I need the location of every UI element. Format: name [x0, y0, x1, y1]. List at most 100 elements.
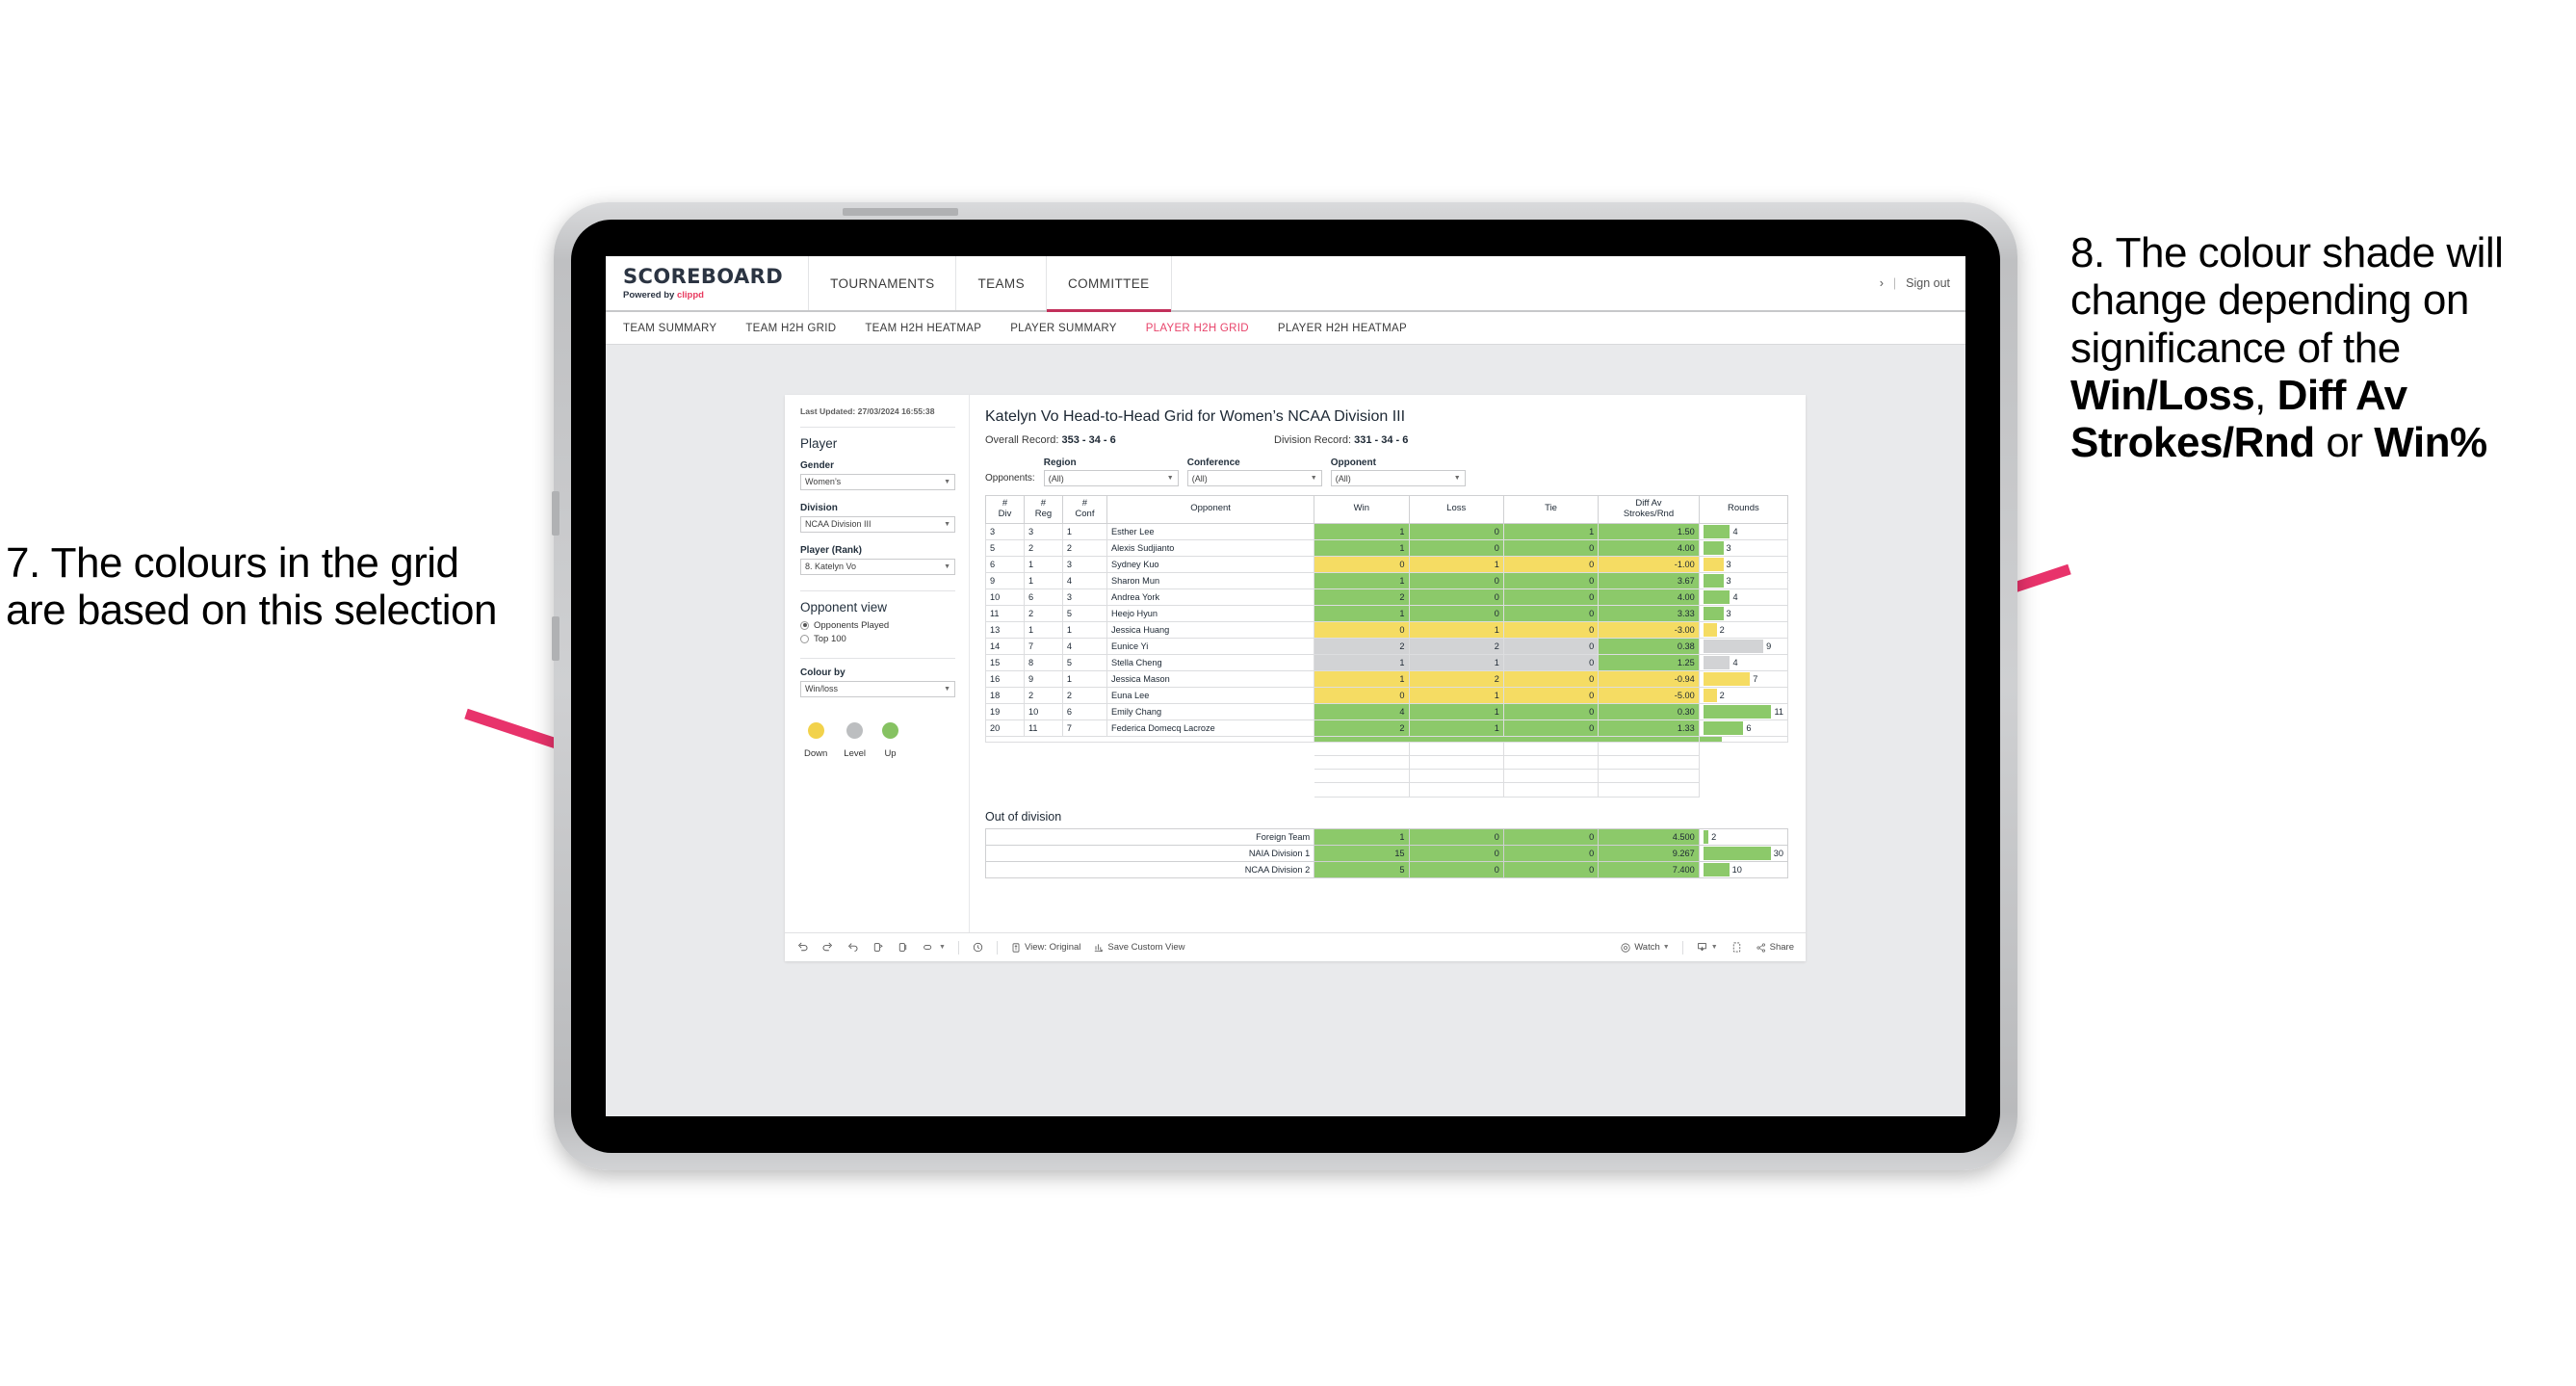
column-header-rounds[interactable]: Rounds — [1698, 495, 1789, 524]
cell-loss: 1 — [1408, 719, 1504, 737]
legend-item-up: Up — [882, 721, 899, 759]
cell-ood-name: NCAA Division 2 — [984, 860, 1315, 878]
column-header-win[interactable]: Win — [1314, 495, 1410, 524]
table-row[interactable]: 10 6 3 Andrea York 2 0 0 4.00 4 — [985, 588, 1789, 606]
view-original-button[interactable]: View: Original — [1010, 942, 1080, 954]
brand-title: SCOREBOARD — [623, 264, 784, 288]
table-row[interactable]: 16 9 1 Jessica Mason 1 2 0 -0.94 7 — [985, 669, 1789, 688]
table-row[interactable]: 9 1 4 Sharon Mun 1 0 0 3.67 3 — [985, 571, 1789, 589]
callout-7-text: 7. The colours in the grid are based on … — [6, 539, 497, 635]
filter-colour-by-select[interactable]: Win/loss ▼ — [800, 680, 955, 697]
table-row-empty — [984, 769, 1789, 784]
nav-item-committee[interactable]: COMMITTEE — [1046, 256, 1172, 312]
cell-reg: 6 — [1023, 588, 1063, 606]
cell-diff: 0.30 — [1598, 702, 1700, 720]
cell-loss: 1 — [1408, 686, 1504, 704]
cell-ood-loss: 0 — [1408, 844, 1504, 862]
revert-icon[interactable] — [846, 941, 859, 954]
share-button[interactable]: Share — [1756, 942, 1794, 954]
filter-conference-select[interactable]: (All) ▼ — [1186, 470, 1322, 486]
radio-unselected-icon — [800, 634, 809, 643]
column-header-div[interactable]: # Div — [985, 495, 1025, 524]
tab-team-h2h-grid[interactable]: TEAM H2H GRID — [745, 323, 836, 334]
cell-reg: 10 — [1023, 702, 1063, 720]
cell-opponent: Heejo Hyun — [1106, 604, 1315, 622]
table-row[interactable]: 15 8 5 Stella Cheng 1 1 0 1.25 4 — [985, 653, 1789, 671]
fullscreen-icon[interactable] — [1730, 941, 1743, 954]
sidebar-divider-3 — [800, 657, 955, 659]
column-header-conf[interactable]: # Conf — [1061, 495, 1108, 524]
column-header-tie[interactable]: Tie — [1502, 495, 1600, 524]
table-row[interactable]: 20 11 7 Federica Domecq Lacroze 2 1 0 1.33 6 — [985, 719, 1789, 737]
cell-tie: 0 — [1502, 719, 1600, 737]
filter-gender-select[interactable]: Women’s ▼ — [800, 473, 955, 490]
cell-div: 5 — [985, 538, 1025, 557]
column-header-diff-av-strokes-rnd[interactable]: Diff Av Strokes/Rnd — [1598, 495, 1700, 524]
redo-icon[interactable] — [821, 941, 834, 954]
chevron-right-icon[interactable]: › — [1880, 276, 1884, 290]
column-header-opponent[interactable]: Opponent — [1106, 495, 1315, 524]
undo-icon[interactable] — [796, 941, 809, 954]
pause-icon[interactable] — [897, 941, 909, 954]
cell-div: 10 — [985, 588, 1025, 606]
cell-win: 1 — [1314, 522, 1410, 540]
save-custom-view-label: Save Custom View — [1107, 942, 1185, 953]
out-of-division-row[interactable]: NAIA Division 1 15 0 0 9.267 30 — [984, 844, 1789, 862]
cell-conf: 3 — [1061, 555, 1108, 573]
filter-division-select[interactable]: NCAA Division III ▼ — [800, 515, 955, 533]
refresh-icon[interactable] — [872, 941, 884, 954]
cell-loss: 0 — [1408, 588, 1504, 606]
cell-opponent: Euna Lee — [1106, 686, 1315, 704]
cell-rounds: 9 — [1698, 637, 1789, 655]
filter-region-select[interactable]: (All) ▼ — [1043, 470, 1179, 486]
table-row[interactable]: 5 2 2 Alexis Sudjianto 1 0 0 4.00 3 — [985, 538, 1789, 557]
table-row[interactable]: 11 2 5 Heejo Hyun 1 0 0 3.33 3 — [985, 604, 1789, 622]
column-header-reg[interactable]: # Reg — [1023, 495, 1063, 524]
cell-tie: 0 — [1502, 538, 1600, 557]
cell-div: 6 — [985, 555, 1025, 573]
cell-loss: 1 — [1408, 620, 1504, 639]
division-record-value: 331 - 34 - 6 — [1354, 434, 1409, 446]
watch-button[interactable]: Watch ▼ — [1620, 942, 1670, 954]
dashboard-body: Last Updated: 27/03/2024 16:55:38 Player… — [785, 395, 1806, 932]
clock-icon[interactable] — [972, 941, 984, 954]
table-row[interactable]: 3 3 1 Esther Lee 1 0 1 1.50 4 — [985, 522, 1789, 540]
highlight-icon[interactable]: ▼ — [922, 941, 946, 954]
tab-team-summary[interactable]: TEAM SUMMARY — [623, 323, 716, 334]
table-row[interactable]: 18 2 2 Euna Lee 0 1 0 -5.00 2 — [985, 686, 1789, 704]
cell-tie: 1 — [1502, 522, 1600, 540]
division-record-label: Division Record: — [1274, 434, 1355, 446]
cell-div: 11 — [985, 604, 1025, 622]
nav-item-teams[interactable]: TEAMS — [956, 256, 1047, 310]
tab-team-h2h-heatmap[interactable]: TEAM H2H HEATMAP — [865, 323, 981, 334]
filter-region-value: (All) — [1048, 473, 1064, 484]
watch-label: Watch — [1634, 942, 1660, 953]
radio-opponents-played[interactable]: Opponents Played — [800, 620, 955, 631]
filter-player-rank-select[interactable]: 8. Katelyn Vo ▼ — [800, 558, 955, 575]
cell-div: 16 — [985, 669, 1025, 688]
table-row[interactable]: 13 1 1 Jessica Huang 0 1 0 -3.00 2 — [985, 620, 1789, 639]
cell-diff: 4.00 — [1598, 538, 1700, 557]
table-row[interactable]: 19 10 6 Emily Chang 4 1 0 0.30 11 — [985, 702, 1789, 720]
callout-8-text: 8. The colour shade will change dependin… — [2070, 229, 2571, 466]
table-row[interactable]: 6 1 3 Sydney Kuo 0 1 0 -1.00 3 — [985, 555, 1789, 573]
tab-player-h2h-heatmap[interactable]: PLAYER H2H HEATMAP — [1278, 323, 1407, 334]
cell-div: 13 — [985, 620, 1025, 639]
nav-item-tournaments[interactable]: TOURNAMENTS — [809, 256, 957, 310]
out-of-division-row[interactable]: NCAA Division 2 5 0 0 7.400 10 — [984, 860, 1789, 878]
chevron-down-icon: ▼ — [1662, 944, 1670, 951]
brand-logo[interactable]: SCOREBOARD Powered by clippd — [606, 256, 810, 310]
sign-out-button[interactable]: Sign out — [1906, 276, 1950, 290]
column-header-loss[interactable]: Loss — [1408, 495, 1504, 524]
filter-opponent-select[interactable]: (All) ▼ — [1330, 470, 1466, 486]
radio-top-100[interactable]: Top 100 — [800, 634, 955, 644]
tab-player-summary[interactable]: PLAYER SUMMARY — [1010, 323, 1117, 334]
cell-div: 15 — [985, 653, 1025, 671]
tab-player-h2h-grid[interactable]: PLAYER H2H GRID — [1146, 323, 1249, 334]
out-of-division-row[interactable]: Foreign Team 1 0 0 4.500 2 — [984, 827, 1789, 846]
cell-diff: 3.33 — [1598, 604, 1700, 622]
colour-legend: Down Level Up — [800, 721, 955, 759]
table-row[interactable]: 14 7 4 Eunice Yi 2 2 0 0.38 9 — [985, 637, 1789, 655]
download-button[interactable]: ▼ — [1696, 941, 1718, 954]
save-custom-view-button[interactable]: Save Custom View — [1093, 942, 1184, 954]
